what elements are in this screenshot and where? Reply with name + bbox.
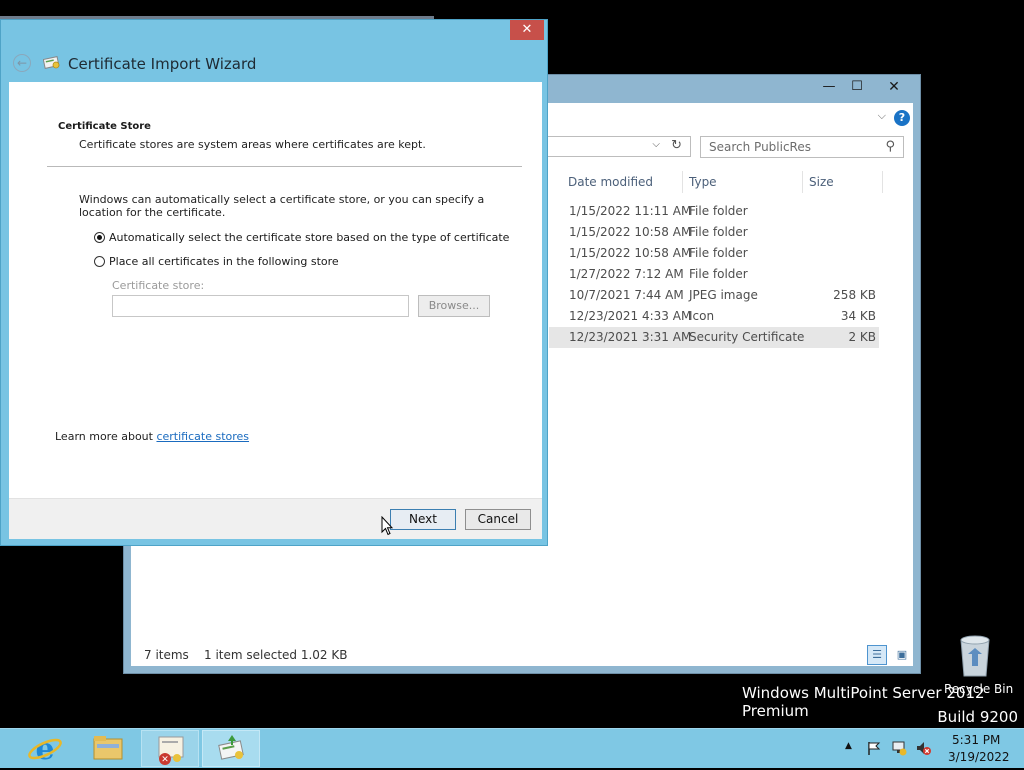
file-date-cell: 10/7/2021 7:44 AM bbox=[569, 288, 684, 302]
volume-muted-icon[interactable] bbox=[915, 740, 931, 756]
radio-place-in-store-label[interactable]: Place all certificates in the following … bbox=[109, 255, 339, 268]
file-date-cell: 1/15/2022 10:58 AM bbox=[569, 246, 692, 260]
file-list-row[interactable]: 1/15/2022 11:11 AM File folder bbox=[549, 201, 879, 222]
section-description: Certificate stores are system areas wher… bbox=[79, 138, 426, 151]
file-type-cell: File folder bbox=[689, 267, 748, 281]
help-icon[interactable]: ? bbox=[894, 110, 910, 126]
certificate-stores-link[interactable]: certificate stores bbox=[156, 430, 249, 443]
recycle-bin-icon[interactable] bbox=[955, 632, 995, 678]
show-hidden-icons-button[interactable]: ▲ bbox=[845, 741, 852, 751]
header-divider bbox=[47, 166, 522, 167]
status-selection: 1 item selected 1.02 KB bbox=[204, 648, 348, 662]
large-icons-view-icon[interactable]: ▣ bbox=[892, 645, 912, 665]
action-center-flag-icon[interactable] bbox=[866, 740, 882, 756]
search-input[interactable]: Search PublicRes bbox=[709, 140, 811, 154]
file-type-cell: File folder bbox=[689, 246, 748, 260]
file-list-row[interactable]: 10/7/2021 7:44 AM JPEG image 258 KB bbox=[549, 285, 879, 306]
network-icon[interactable] bbox=[891, 740, 907, 756]
wizard-close-button[interactable]: ✕ bbox=[510, 20, 544, 40]
file-date-cell: 1/27/2022 7:12 AM bbox=[569, 267, 684, 281]
maximize-button[interactable]: ☐ bbox=[844, 77, 870, 97]
file-type-cell: Icon bbox=[689, 309, 715, 323]
certificate-icon bbox=[43, 56, 60, 69]
clock-time[interactable]: 5:31 PM bbox=[952, 733, 1000, 747]
learn-more-text: Learn more about certificate stores bbox=[55, 430, 249, 443]
certificate-store-label: Certificate store: bbox=[112, 279, 205, 292]
explorer-close-button[interactable]: ✕ bbox=[872, 77, 916, 97]
cancel-button[interactable]: Cancel bbox=[465, 509, 531, 530]
learn-more-prefix: Learn more about bbox=[55, 430, 157, 443]
back-arrow-icon[interactable]: ← bbox=[13, 54, 31, 72]
file-type-cell: JPEG image bbox=[689, 288, 758, 302]
file-list-row[interactable]: 1/15/2022 10:58 AM File folder bbox=[549, 222, 879, 243]
file-list-row[interactable]: 12/23/2021 4:33 AM Icon 34 KB bbox=[549, 306, 879, 327]
status-item-count: 7 items bbox=[144, 648, 189, 662]
wizard-footer: Next Cancel bbox=[9, 498, 542, 539]
file-list-row[interactable]: 1/15/2022 10:58 AM File folder bbox=[549, 243, 879, 264]
certificate-import-wizard: ✕ ← Certificate Import Wizard Certificat… bbox=[0, 19, 548, 546]
svg-text:e: e bbox=[35, 732, 54, 766]
search-box[interactable]: Search PublicRes ⚲ bbox=[700, 136, 904, 158]
build-watermark: Build 9200 bbox=[937, 708, 1018, 726]
file-list-row[interactable]: 12/23/2021 3:31 AM Security Certificate 2 … bbox=[549, 327, 879, 348]
column-header-size[interactable]: Size bbox=[803, 171, 883, 193]
intro-text: Windows can automatically select a certi… bbox=[79, 193, 485, 219]
minimize-button[interactable]: — bbox=[816, 77, 842, 97]
file-explorer-taskbar-button[interactable] bbox=[79, 730, 137, 767]
file-size-cell: 258 KB bbox=[833, 288, 876, 302]
browse-button: Browse... bbox=[418, 295, 490, 317]
certificate-manager-taskbar-button[interactable]: ✕ bbox=[141, 730, 199, 767]
certificate-error-icon: ✕ bbox=[158, 736, 184, 765]
radio-place-in-store[interactable] bbox=[94, 256, 105, 267]
next-button[interactable]: Next bbox=[390, 509, 456, 530]
internet-explorer-taskbar-button[interactable]: e bbox=[16, 730, 74, 767]
file-date-cell: 1/15/2022 11:11 AM bbox=[569, 204, 692, 218]
column-header-date[interactable]: Date modified bbox=[562, 171, 683, 193]
file-type-cell: File folder bbox=[689, 225, 748, 239]
certificate-import-icon bbox=[218, 735, 244, 760]
section-title: Certificate Store bbox=[58, 121, 151, 132]
radio-auto-select[interactable] bbox=[94, 232, 105, 243]
internet-explorer-icon: e bbox=[28, 732, 62, 767]
file-list-row[interactable]: 1/27/2022 7:12 AM File folder bbox=[549, 264, 879, 285]
details-view-icon[interactable]: ☰ bbox=[867, 645, 887, 665]
svg-text:✕: ✕ bbox=[161, 755, 169, 765]
file-date-cell: 12/23/2021 3:31 AM bbox=[569, 330, 692, 344]
file-size-cell: 34 KB bbox=[840, 309, 876, 323]
expand-ribbon-chevron-icon[interactable]: ⌵ bbox=[878, 109, 886, 123]
file-date-cell: 12/23/2021 4:33 AM bbox=[569, 309, 692, 323]
mouse-cursor-icon bbox=[381, 516, 393, 536]
wizard-title: Certificate Import Wizard bbox=[68, 55, 257, 73]
file-size-cell: 2 KB bbox=[848, 330, 876, 344]
radio-auto-select-label[interactable]: Automatically select the certificate sto… bbox=[109, 231, 509, 244]
search-icon[interactable]: ⚲ bbox=[885, 139, 895, 154]
clock-date[interactable]: 3/19/2022 bbox=[948, 750, 1010, 764]
certificate-import-taskbar-button[interactable] bbox=[202, 730, 260, 767]
refresh-icon[interactable]: ↻ bbox=[671, 138, 682, 153]
file-type-cell: Security Certificate bbox=[689, 330, 805, 344]
chevron-down-icon[interactable]: ⌵ bbox=[652, 139, 660, 150]
taskbar: e ✕ ▲ 5:31 PM 3/19/2022 bbox=[0, 728, 1024, 768]
file-date-cell: 1/15/2022 10:58 AM bbox=[569, 225, 692, 239]
wizard-body: Certificate Store Certificate stores are… bbox=[9, 82, 542, 498]
column-header-type[interactable]: Type bbox=[683, 171, 803, 193]
certificate-store-field bbox=[112, 295, 409, 317]
file-type-cell: File folder bbox=[689, 204, 748, 218]
folder-icon bbox=[93, 736, 123, 760]
